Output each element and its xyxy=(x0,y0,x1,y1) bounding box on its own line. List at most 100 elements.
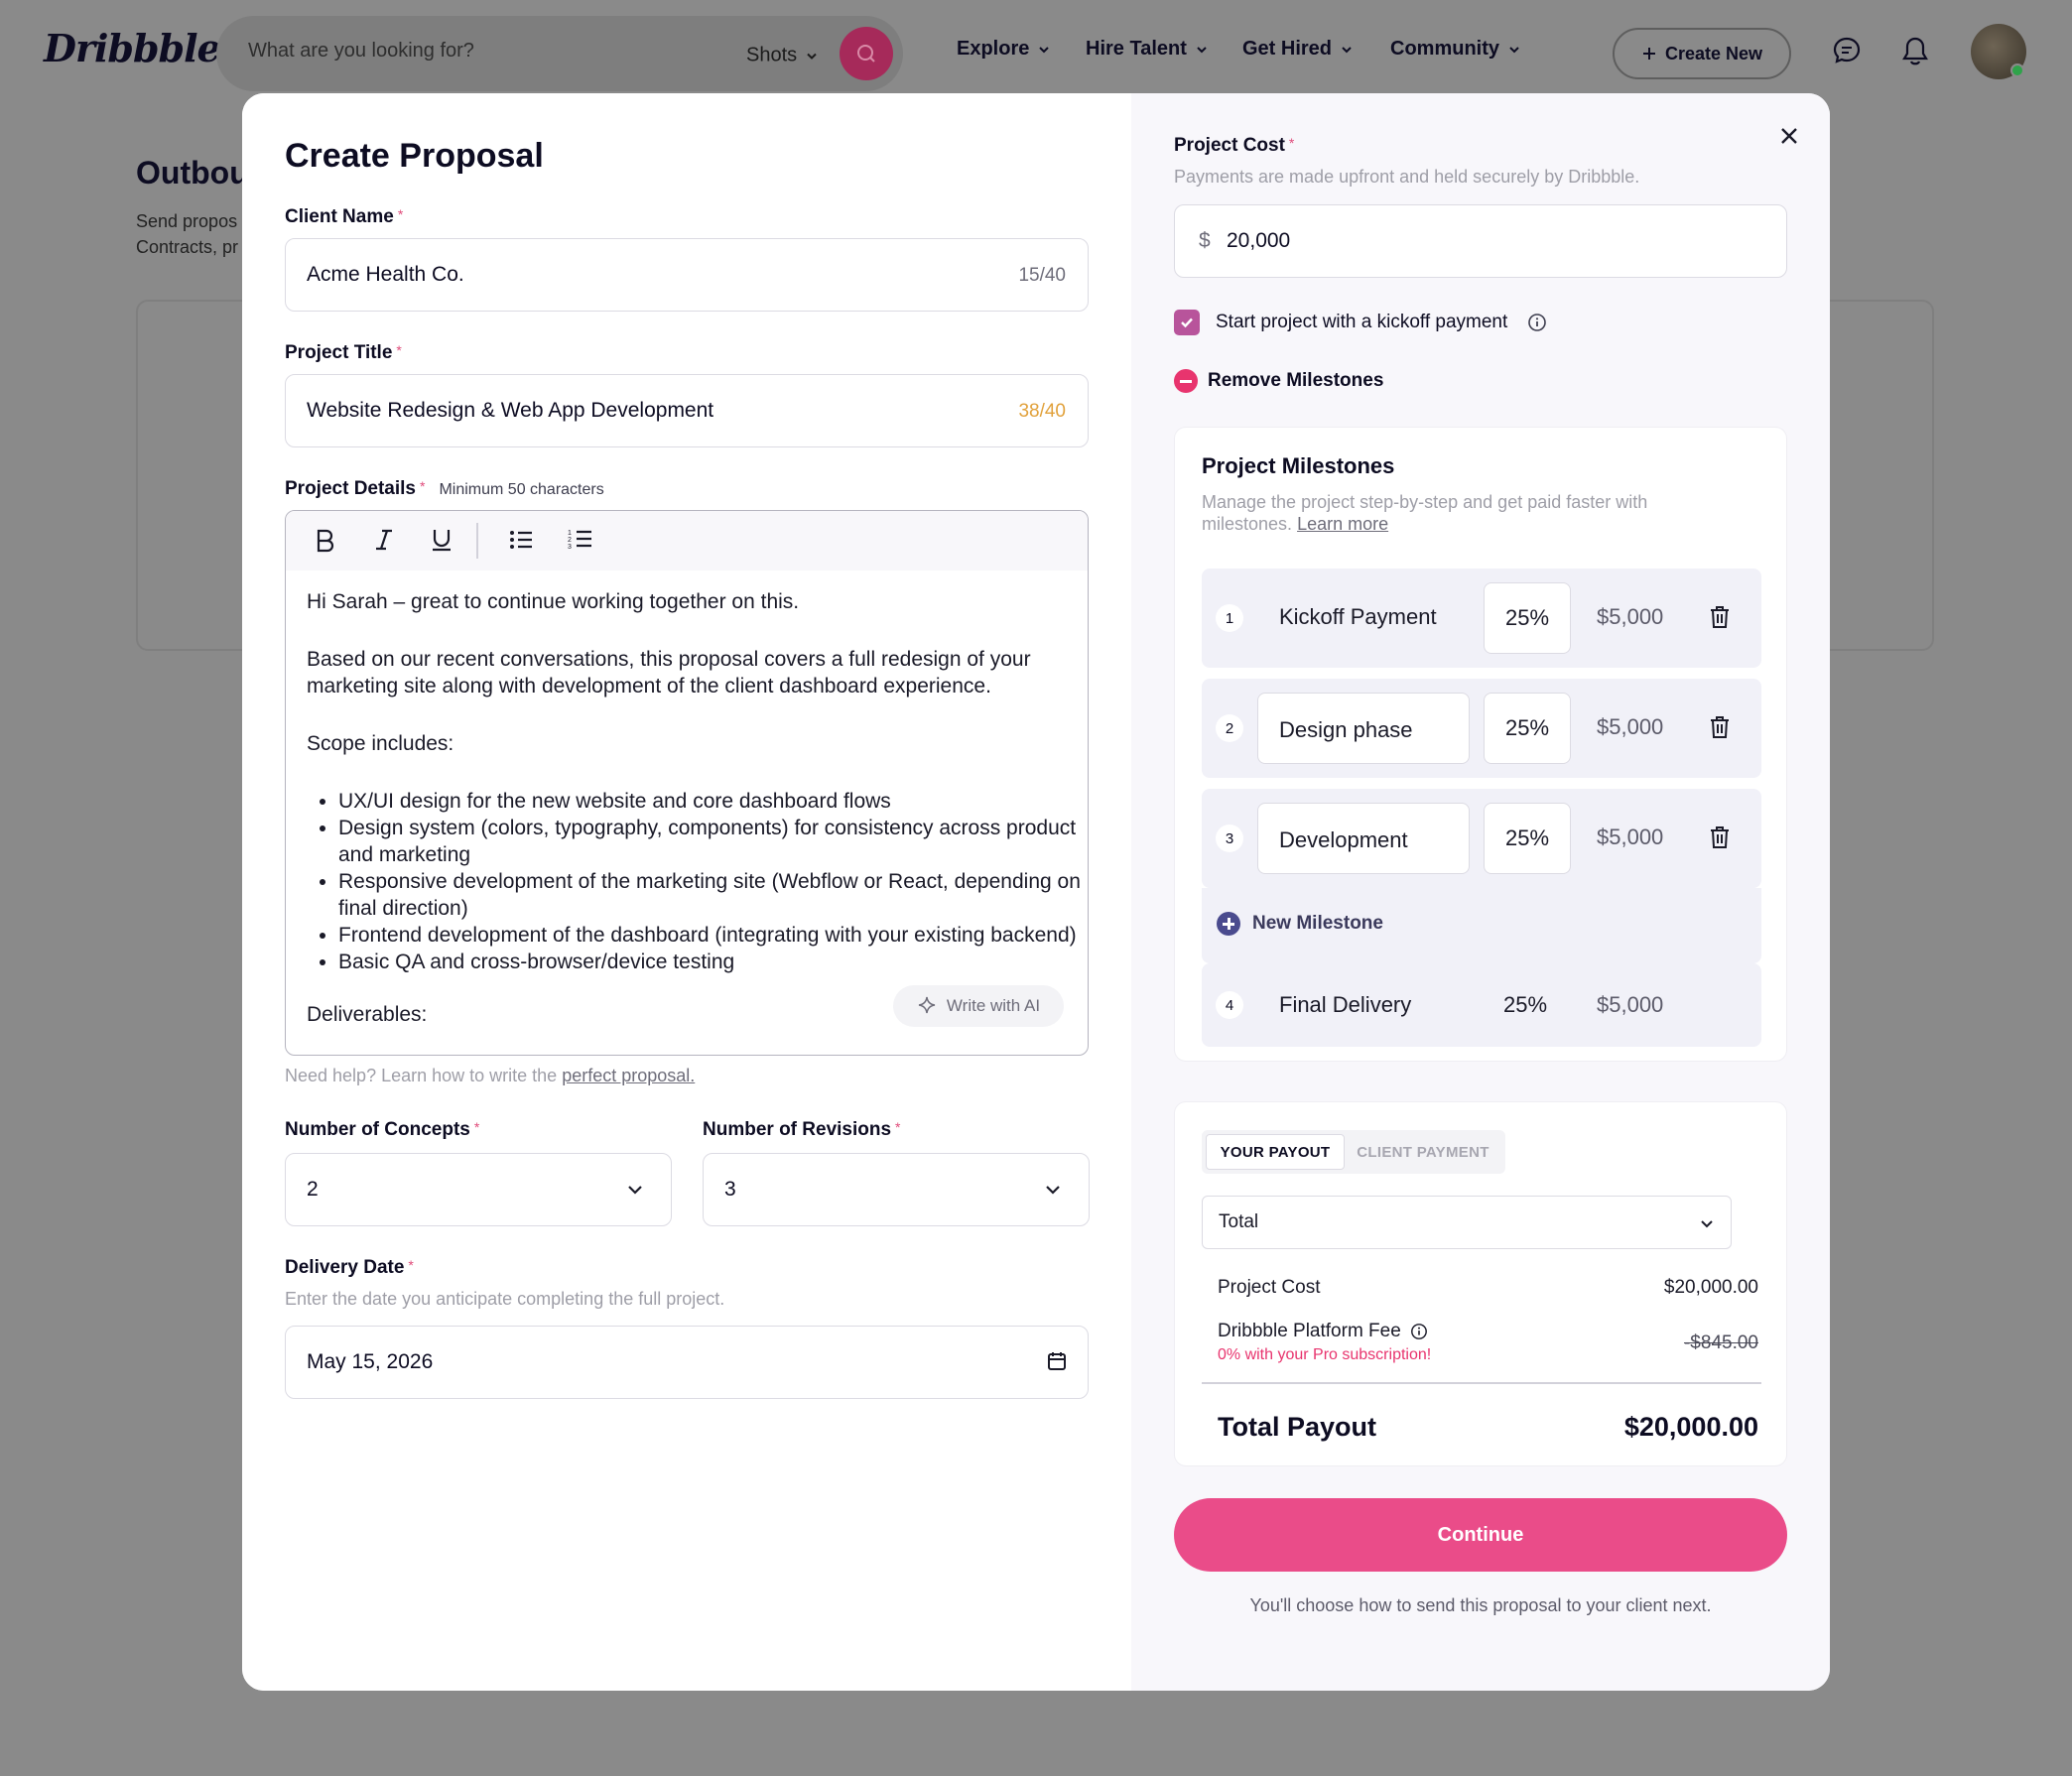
dribbble-logo[interactable]: Dribbble xyxy=(44,26,221,70)
payout-tabs: YOUR PAYOUT CLIENT PAYMENT xyxy=(1202,1130,1505,1174)
new-milestone-button[interactable]: New Milestone xyxy=(1217,912,1383,936)
milestone-row: 3 Development 25% $5,000 xyxy=(1202,789,1761,888)
write-with-ai-button[interactable]: Write with AI xyxy=(893,985,1064,1027)
milestone-name-input[interactable]: Design phase xyxy=(1257,693,1470,764)
nav-hire-talent[interactable]: Hire Talent xyxy=(1086,38,1209,61)
chevron-down-icon xyxy=(807,53,817,60)
delivery-date-value: May 15, 2026 xyxy=(307,1350,434,1373)
info-icon[interactable] xyxy=(1410,1323,1428,1340)
trash-icon[interactable] xyxy=(1708,714,1732,740)
messages-icon[interactable] xyxy=(1832,36,1862,65)
modal-title: Create Proposal xyxy=(285,137,544,175)
concepts-value: 2 xyxy=(307,1178,319,1201)
notifications-bell-icon[interactable] xyxy=(1901,36,1929,67)
editor-toolbar: 123 xyxy=(286,511,1088,571)
online-status-dot xyxy=(2010,63,2024,77)
proposal-summary-pane: Project Cost * Payments are made upfront … xyxy=(1131,93,1830,1691)
milestone-name-input[interactable]: Development xyxy=(1257,803,1470,874)
underline-icon[interactable] xyxy=(429,527,454,553)
milestone-percent-input[interactable]: 25% xyxy=(1484,693,1571,764)
chevron-down-icon xyxy=(1342,46,1352,53)
nav-community[interactable]: Community xyxy=(1390,38,1521,61)
project-details-editor[interactable]: 123 Hi Sarah – great to continue working… xyxy=(285,510,1089,1056)
search-button[interactable] xyxy=(840,27,893,80)
project-title-input[interactable]: Website Redesign & Web App Development 3… xyxy=(285,374,1089,447)
bold-icon[interactable] xyxy=(312,527,337,553)
project-details-hint: Minimum 50 characters xyxy=(439,481,604,498)
revisions-value: 3 xyxy=(724,1178,736,1201)
chevron-down-icon xyxy=(1509,46,1519,53)
remove-milestones-label: Remove Milestones xyxy=(1208,370,1384,391)
close-icon[interactable] xyxy=(1778,125,1800,147)
search-scope-dropdown[interactable]: Shots xyxy=(746,45,819,67)
nav-explore-label: Explore xyxy=(957,38,1030,60)
milestone-percent-input[interactable]: 25% xyxy=(1484,582,1571,654)
remove-milestones-button[interactable]: Remove Milestones xyxy=(1174,369,1383,393)
project-cost-input[interactable]: $ 20,000 xyxy=(1174,204,1787,278)
nav-get-hired[interactable]: Get Hired xyxy=(1242,38,1354,61)
nav-get-hired-label: Get Hired xyxy=(1242,38,1333,60)
trash-icon[interactable] xyxy=(1708,825,1732,850)
platform-fee-label: Dribbble Platform Fee xyxy=(1218,1321,1428,1342)
nav-hire-talent-label: Hire Talent xyxy=(1086,38,1187,60)
learn-more-link[interactable]: Learn more xyxy=(1297,514,1388,534)
project-title-label: Project Title * xyxy=(285,342,402,363)
plus-icon xyxy=(1642,48,1655,60)
minus-circle-icon xyxy=(1174,369,1198,393)
project-cost-sub: Payments are made upfront and held secur… xyxy=(1174,167,1640,187)
search-bar[interactable]: What are you looking for? Shots xyxy=(216,16,903,91)
create-new-label: Create New xyxy=(1664,43,1763,63)
project-title-counter: 38/40 xyxy=(1018,401,1066,422)
milestone-name: Final Delivery xyxy=(1279,992,1412,1017)
milestone-row: 1 Kickoff Payment 25% $5,000 xyxy=(1202,569,1761,668)
revisions-label: Number of Revisions * xyxy=(703,1119,901,1140)
project-cost-value: 20,000 xyxy=(1227,229,1291,252)
background-subtitle-line: Send propos xyxy=(136,211,238,231)
milestone-row-final: 4 Final Delivery 25% $5,000 xyxy=(1202,963,1761,1047)
revisions-select[interactable]: 3 xyxy=(703,1153,1090,1226)
milestone-number: 3 xyxy=(1216,825,1243,852)
continue-button[interactable]: Continue xyxy=(1174,1498,1787,1572)
search-input[interactable]: What are you looking for? xyxy=(248,40,474,63)
milestone-percent-input[interactable]: 25% xyxy=(1484,803,1571,874)
numbered-list-icon[interactable]: 123 xyxy=(568,527,593,553)
chevron-down-icon xyxy=(628,1186,642,1195)
list-item: UX/UI design for the new website and cor… xyxy=(338,788,1081,815)
background-subtitle-line: Contracts, pr xyxy=(136,237,239,257)
payout-view-select[interactable]: Total xyxy=(1202,1196,1732,1249)
chevron-down-icon xyxy=(1039,46,1050,53)
perfect-proposal-link[interactable]: perfect proposal. xyxy=(562,1066,695,1085)
delivery-date-input[interactable]: May 15, 2026 xyxy=(285,1326,1089,1399)
kickoff-label: Start project with a kickoff payment xyxy=(1216,312,1547,333)
help-text: Need help? Learn how to write the perfec… xyxy=(285,1066,696,1085)
milestone-name: Design phase xyxy=(1279,717,1413,742)
trash-icon[interactable] xyxy=(1708,604,1732,630)
info-icon[interactable] xyxy=(1527,313,1547,332)
client-name-input[interactable]: Acme Health Co. 15/40 xyxy=(285,238,1089,312)
kickoff-checkbox[interactable] xyxy=(1174,310,1200,335)
concepts-select[interactable]: 2 xyxy=(285,1153,672,1226)
svg-text:2: 2 xyxy=(568,537,572,544)
toolbar-divider xyxy=(476,523,478,559)
footnote: You'll choose how to send this proposal … xyxy=(1249,1595,1712,1615)
svg-text:1: 1 xyxy=(568,530,572,537)
tab-client-payment[interactable]: CLIENT PAYMENT xyxy=(1349,1134,1497,1170)
editor-paragraph: Based on our recent conversations, this … xyxy=(307,648,1031,698)
payout-divider xyxy=(1202,1382,1761,1384)
milestone-number: 1 xyxy=(1216,604,1243,632)
list-item: Responsive development of the marketing … xyxy=(338,868,1081,922)
project-cost-label: Project Cost * xyxy=(1174,135,1295,156)
create-new-button[interactable]: Create New xyxy=(1613,28,1791,79)
tab-your-payout[interactable]: YOUR PAYOUT xyxy=(1206,1134,1345,1170)
list-item: Basic QA and cross-browser/device testin… xyxy=(338,949,1081,975)
new-milestone-row: New Milestone xyxy=(1202,888,1761,963)
italic-icon[interactable] xyxy=(371,527,397,553)
payout-view-value: Total xyxy=(1219,1211,1259,1232)
sparkle-icon xyxy=(918,996,936,1014)
milestone-amount: $5,000 xyxy=(1597,714,1664,739)
chevron-down-icon xyxy=(1701,1220,1713,1228)
search-scope-label: Shots xyxy=(746,44,798,66)
nav-explore[interactable]: Explore xyxy=(957,38,1051,61)
calendar-icon[interactable] xyxy=(1046,1350,1068,1372)
bullet-list-icon[interactable] xyxy=(508,527,534,553)
